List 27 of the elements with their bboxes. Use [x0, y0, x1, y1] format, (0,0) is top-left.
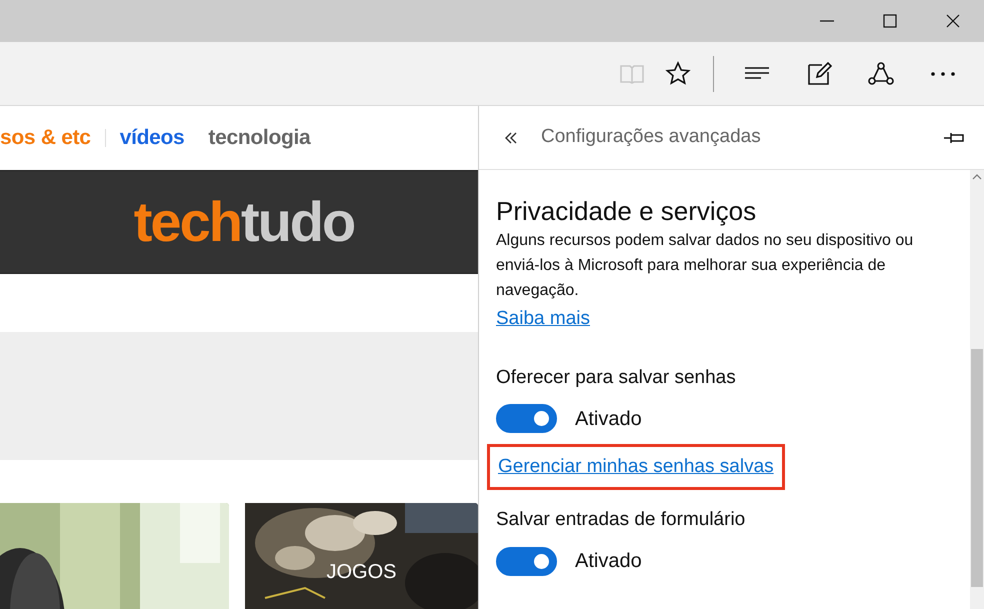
toggle-switch[interactable] [496, 404, 557, 433]
more-icon [931, 72, 955, 76]
minimize-icon [820, 20, 834, 22]
star-icon [665, 60, 691, 86]
learn-more-link[interactable]: Saiba mais [496, 305, 590, 334]
nav-link[interactable]: vídeos [120, 122, 184, 154]
setting-label: Salvar entradas de formulário [496, 508, 746, 532]
double-chevron-icon [504, 130, 518, 144]
panel-title: Configurações avançadas [541, 125, 762, 150]
section-description: Alguns recursos podem salvar dados no seu dispositivo ou enviá-los à Microsoft para melhorar sua experiência de navegação. [496, 231, 914, 301]
toggle-switch[interactable] [496, 546, 557, 576]
manage-passwords-link[interactable]: Gerenciar minhas senhas salvas [498, 456, 774, 476]
nav-link[interactable]: tecnologia [208, 122, 310, 154]
logo[interactable]: techtudo [134, 194, 354, 250]
section-heading: Privacidade e serviços [496, 196, 758, 226]
close-icon [944, 13, 960, 29]
toggle-state: Ativado [575, 549, 642, 574]
pin-icon [943, 132, 965, 144]
nav-link[interactable]: sos & etc [0, 122, 91, 154]
maximize-icon [882, 13, 898, 29]
scrollbar-thumb[interactable] [971, 349, 983, 587]
toggle-state: Ativado [575, 406, 642, 432]
setting-label: Oferecer para salvar senhas [496, 366, 737, 390]
pencil-square-icon [806, 60, 832, 86]
share-icon [868, 60, 894, 86]
scrollbar[interactable] [970, 170, 984, 609]
card-label: JOGOS [325, 560, 398, 585]
